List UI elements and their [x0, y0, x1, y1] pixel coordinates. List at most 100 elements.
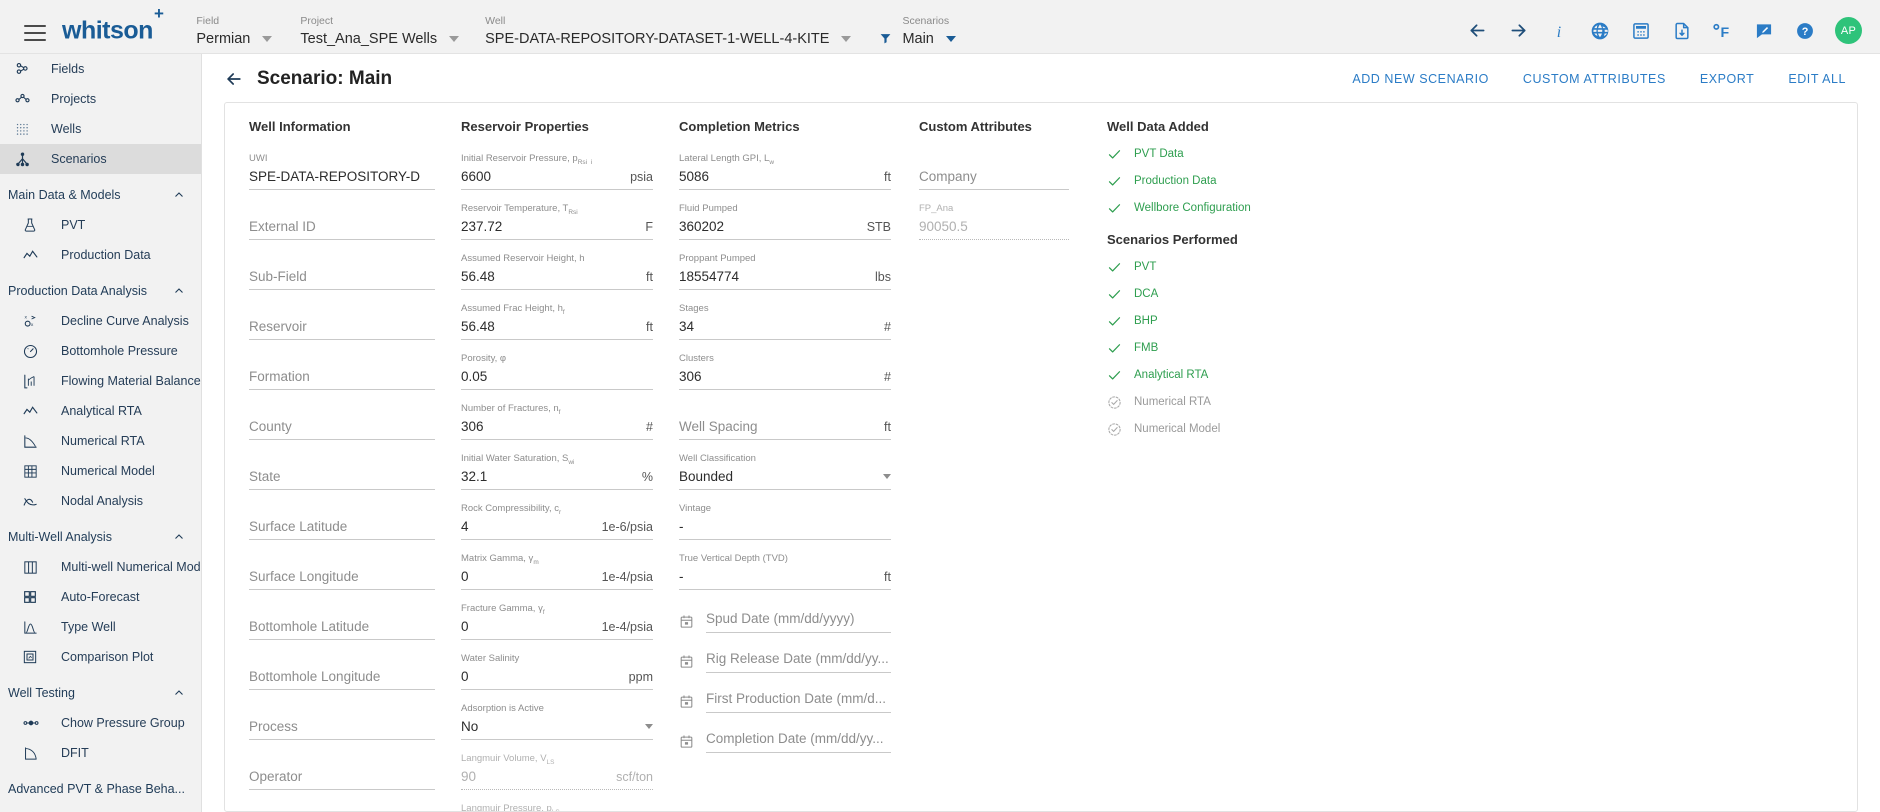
sidebar-item-decline-curve-analysis[interactable]: xx Decline Curve Analysis	[0, 306, 201, 336]
sidebar-item-dfit[interactable]: DFIT	[0, 738, 201, 768]
field-initial-reservoir-pressure[interactable]: Initial Reservoir Pressure, pRsi_i 6600 …	[461, 143, 653, 193]
sidebar-item-numerical-model[interactable]: Numerical Model	[0, 456, 201, 486]
field-fluid-pumped[interactable]: Fluid Pumped 360202 STB	[679, 193, 891, 243]
field-formation[interactable]: Formation	[249, 343, 435, 393]
sidebar-item-production-data[interactable]: Production Data	[0, 240, 201, 270]
field-bottomhole-latitude[interactable]: Bottomhole Latitude	[249, 593, 435, 643]
field-spud-date[interactable]: Spud Date (mm/dd/yyyy)	[679, 593, 891, 633]
sidebar-item-chow-pressure-group[interactable]: Chow Pressure Group	[0, 708, 201, 738]
sidebar-item-auto-forecast[interactable]: Auto-Forecast	[0, 582, 201, 612]
field-stages[interactable]: Stages 34 #	[679, 293, 891, 343]
field-surface-latitude[interactable]: Surface Latitude	[249, 493, 435, 543]
chevron-up-icon[interactable]	[173, 189, 185, 201]
fahrenheit-icon[interactable]: F	[1712, 20, 1734, 42]
sidebar-item-virtual-pvt-lab[interactable]: Virtual PVT Lab	[0, 804, 201, 812]
field-operator[interactable]: Operator	[249, 743, 435, 793]
field-lateral-length-gpi[interactable]: Lateral Length GPI, Lw 5086 ft	[679, 143, 891, 193]
sidebar-item-flowing-material-balance[interactable]: Flowing Material Balance	[0, 366, 201, 396]
field-surface-longitude[interactable]: Surface Longitude	[249, 543, 435, 593]
field-first-production-date[interactable]: First Production Date (mm/d...	[679, 673, 891, 713]
chevron-down-icon[interactable]	[262, 36, 273, 42]
app-logo[interactable]: whitson+	[62, 4, 164, 45]
chevron-down-icon[interactable]	[841, 36, 852, 42]
well-selector[interactable]: Well SPE-DATA-REPOSITORY-DATASET-1-WELL-…	[485, 16, 852, 47]
field-unit: ft	[884, 420, 891, 434]
field-uwi[interactable]: UWI SPE-DATA-REPOSITORY-D	[249, 143, 435, 193]
field-adsorption-is-active[interactable]: Adsorption is Active No	[461, 693, 653, 743]
custom-attributes-button[interactable]: CUSTOM ATTRIBUTES	[1523, 72, 1666, 86]
info-icon[interactable]: i	[1548, 20, 1570, 42]
field-county[interactable]: County	[249, 393, 435, 443]
edit-all-button[interactable]: EDIT ALL	[1788, 72, 1846, 86]
field-process[interactable]: Process	[249, 693, 435, 743]
field-proppant-pumped[interactable]: Proppant Pumped 18554774 lbs	[679, 243, 891, 293]
chevron-down-icon[interactable]	[449, 36, 460, 42]
sidebar-item-type-well[interactable]: Type Well	[0, 612, 201, 642]
chevron-up-icon[interactable]	[173, 687, 185, 699]
field-external-id[interactable]: External ID	[249, 193, 435, 243]
field-number-of-fractures[interactable]: Number of Fractures, nf 306 #	[461, 393, 653, 443]
sidebar-item-analytical-rta[interactable]: Analytical RTA	[0, 396, 201, 426]
sidebar-item-comparison-plot[interactable]: Comparison Plot	[0, 642, 201, 672]
sidebar-item-pvt[interactable]: PVT	[0, 210, 201, 240]
feedback-icon[interactable]	[1753, 20, 1775, 42]
sidebar-group-production-data-analysis[interactable]: Production Data Analysis	[0, 276, 201, 306]
arrow-back-icon[interactable]	[224, 69, 244, 89]
field-matrix-gamma[interactable]: Matrix Gamma, γm 0 1e-4/psia	[461, 543, 653, 593]
funnel-icon[interactable]	[879, 32, 892, 45]
sidebar-item-bottomhole-pressure[interactable]: Bottomhole Pressure	[0, 336, 201, 366]
project-selector[interactable]: Project Test_Ana_SPE Wells	[300, 16, 460, 47]
field-assumed-frac-height[interactable]: Assumed Frac Height, hf 56.48 ft	[461, 293, 653, 343]
chevron-up-icon[interactable]	[173, 531, 185, 543]
chevron-down-icon[interactable]	[945, 36, 956, 42]
field-initial-water-saturation[interactable]: Initial Water Saturation, Swi 32.1 %	[461, 443, 653, 493]
sidebar-item-nodal-analysis[interactable]: Nodal Analysis	[0, 486, 201, 516]
field-true-vertical-depth[interactable]: True Vertical Depth (TVD) - ft	[679, 543, 891, 593]
field-sub-field[interactable]: Sub-Field	[249, 243, 435, 293]
field-vintage[interactable]: Vintage -	[679, 493, 891, 543]
field-completion-date[interactable]: Completion Date (mm/dd/yy...	[679, 713, 891, 753]
add-new-scenario-button[interactable]: ADD NEW SCENARIO	[1352, 72, 1489, 86]
field-well-spacing[interactable]: Well Spacing ft	[679, 393, 891, 443]
field-assumed-reservoir-height[interactable]: Assumed Reservoir Height, h 56.48 ft	[461, 243, 653, 293]
field-company[interactable]: Company	[919, 143, 1069, 193]
field-placeholder: Company	[919, 169, 977, 184]
field-selector[interactable]: Field Permian	[196, 16, 274, 47]
field-underline	[461, 639, 653, 640]
sidebar-group-multi-well-analysis[interactable]: Multi-Well Analysis	[0, 522, 201, 552]
sidebar-item-wells[interactable]: Wells	[0, 114, 201, 144]
field-clusters[interactable]: Clusters 306 #	[679, 343, 891, 393]
project-selector-value: Test_Ana_SPE Wells	[300, 31, 438, 47]
arrow-back-icon[interactable]	[1466, 20, 1488, 42]
field-rig-release-date[interactable]: Rig Release Date (mm/dd/yy...	[679, 633, 891, 673]
sidebar-item-numerical-rta[interactable]: Numerical RTA	[0, 426, 201, 456]
field-well-classification[interactable]: Well Classification Bounded	[679, 443, 891, 493]
field-water-salinity[interactable]: Water Salinity 0 ppm	[461, 643, 653, 693]
field-fracture-gamma[interactable]: Fracture Gamma, γf 0 1e-4/psia	[461, 593, 653, 643]
help-icon[interactable]: ?	[1794, 20, 1816, 42]
field-porosity[interactable]: Porosity, φ 0.05	[461, 343, 653, 393]
export-button[interactable]: EXPORT	[1700, 72, 1754, 86]
hamburger-icon[interactable]	[24, 25, 46, 41]
file-download-icon[interactable]	[1671, 20, 1693, 42]
field-rock-compressibility[interactable]: Rock Compressibility, cr 4 1e-6/psia	[461, 493, 653, 543]
sidebar-group-advanced-pvt-phase-behavior[interactable]: Advanced PVT & Phase Beha...	[0, 774, 201, 804]
field-reservoir-temperature[interactable]: Reservoir Temperature, TRsi 237.72 F	[461, 193, 653, 243]
chevron-down-icon[interactable]	[645, 724, 653, 729]
sidebar-group-well-testing[interactable]: Well Testing	[0, 678, 201, 708]
chevron-up-icon[interactable]	[173, 285, 185, 297]
calculator-icon[interactable]	[1630, 20, 1652, 42]
field-state[interactable]: State	[249, 443, 435, 493]
globe-icon[interactable]	[1589, 20, 1611, 42]
chevron-down-icon[interactable]	[883, 474, 891, 479]
scenario-selector[interactable]: Scenarios Main	[902, 16, 984, 47]
sidebar-item-scenarios[interactable]: Scenarios	[0, 144, 201, 174]
sidebar-item-projects[interactable]: Projects	[0, 84, 201, 114]
sidebar-group-main-data-models[interactable]: Main Data & Models	[0, 180, 201, 210]
sidebar-item-fields[interactable]: Fields	[0, 54, 201, 84]
arrow-forward-icon[interactable]	[1507, 20, 1529, 42]
avatar[interactable]: AP	[1835, 17, 1862, 44]
field-bottomhole-longitude[interactable]: Bottomhole Longitude	[249, 643, 435, 693]
field-reservoir[interactable]: Reservoir	[249, 293, 435, 343]
sidebar-item-multi-well-numerical-model[interactable]: Multi-well Numerical Model	[0, 552, 201, 582]
